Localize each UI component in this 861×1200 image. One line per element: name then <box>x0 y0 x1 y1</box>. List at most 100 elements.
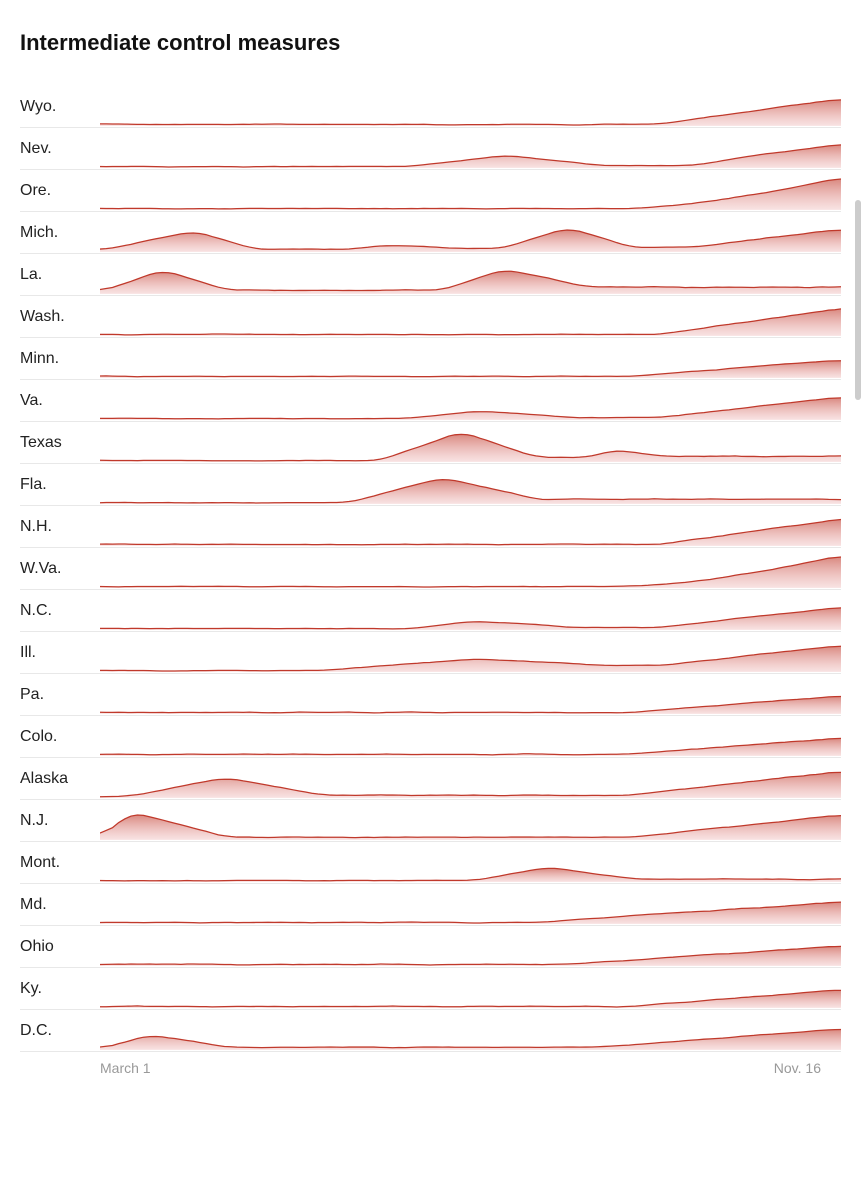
sparkline-container <box>100 758 841 800</box>
state-label: Wyo. <box>20 98 100 116</box>
sparkline-svg <box>100 926 841 968</box>
sparkline-svg <box>100 212 841 254</box>
sparkline-svg <box>100 422 841 464</box>
state-label: Md. <box>20 896 100 914</box>
state-label: Alaska <box>20 770 100 788</box>
sparkline-svg <box>100 842 841 884</box>
sparkline-svg <box>100 884 841 926</box>
sparkline-svg <box>100 380 841 422</box>
state-row: Ore. <box>20 170 841 212</box>
sparkline-svg <box>100 464 841 506</box>
sparkline-svg <box>100 170 841 212</box>
state-label: D.C. <box>20 1022 100 1040</box>
state-row: La. <box>20 254 841 296</box>
state-label: Ore. <box>20 182 100 200</box>
state-label: Colo. <box>20 728 100 746</box>
sparkline-container <box>100 212 841 254</box>
sparkline-container <box>100 380 841 422</box>
sparkline-svg <box>100 548 841 590</box>
sparkline-container <box>100 86 841 128</box>
sparkline-svg <box>100 338 841 380</box>
sparkline-container <box>100 254 841 296</box>
state-row: Ill. <box>20 632 841 674</box>
sparkline-svg <box>100 506 841 548</box>
sparkline-container <box>100 170 841 212</box>
state-row: N.J. <box>20 800 841 842</box>
state-label: Va. <box>20 392 100 410</box>
state-row: Alaska <box>20 758 841 800</box>
sparkline-container <box>100 506 841 548</box>
sparkline-svg <box>100 128 841 170</box>
sparkline-container <box>100 632 841 674</box>
sparkline-area <box>100 144 841 167</box>
sparkline-area <box>100 271 841 294</box>
sparkline-svg <box>100 86 841 128</box>
sparkline-svg <box>100 254 841 296</box>
state-row: Pa. <box>20 674 841 716</box>
state-row: Ky. <box>20 968 841 1010</box>
sparkline-svg <box>100 296 841 338</box>
sparkline-svg <box>100 674 841 716</box>
state-row: Nev. <box>20 128 841 170</box>
state-label: Pa. <box>20 686 100 704</box>
sparkline-container <box>100 590 841 632</box>
sparkline-container <box>100 800 841 842</box>
x-axis-end: Nov. 16 <box>774 1060 821 1076</box>
state-label: Nev. <box>20 140 100 158</box>
sparkline-svg <box>100 758 841 800</box>
sparkline-area <box>100 519 841 545</box>
sparkline-line <box>100 868 841 880</box>
state-row: N.H. <box>20 506 841 548</box>
state-label: Minn. <box>20 350 100 368</box>
sparkline-container <box>100 968 841 1010</box>
sparkline-area <box>100 99 841 125</box>
state-label: W.Va. <box>20 560 100 578</box>
state-label: N.C. <box>20 602 100 620</box>
state-label: N.J. <box>20 812 100 830</box>
state-label: Ky. <box>20 980 100 998</box>
sparkline-svg <box>100 1010 841 1052</box>
sparkline-area <box>100 397 841 419</box>
sparkline-area <box>100 308 841 335</box>
state-row: Mich. <box>20 212 841 254</box>
state-row: N.C. <box>20 590 841 632</box>
state-row: Colo. <box>20 716 841 758</box>
sparkline-area <box>100 738 841 756</box>
state-label: Texas <box>20 434 100 452</box>
scrollbar[interactable] <box>855 200 861 400</box>
sparkline-container <box>100 842 841 884</box>
sparkline-svg <box>100 590 841 632</box>
state-row: Wash. <box>20 296 841 338</box>
sparkline-container <box>100 464 841 506</box>
sparkline-area <box>100 946 841 966</box>
state-label: La. <box>20 266 100 284</box>
sparkline-area <box>100 479 841 503</box>
sparkline-container <box>100 338 841 380</box>
sparkline-container <box>100 674 841 716</box>
chart-title: Intermediate control measures <box>20 30 841 56</box>
sparkline-container <box>100 716 841 758</box>
state-row: Fla. <box>20 464 841 506</box>
state-label: Wash. <box>20 308 100 326</box>
state-label: Ill. <box>20 644 100 662</box>
state-row: Ohio <box>20 926 841 968</box>
sparkline-svg <box>100 968 841 1010</box>
chart-container: Intermediate control measures Wyo. Nev. Or… <box>0 0 861 1136</box>
sparkline-container <box>100 1010 841 1052</box>
sparkline-container <box>100 926 841 968</box>
sparkline-svg <box>100 716 841 758</box>
state-row: Texas <box>20 422 841 464</box>
state-label: Fla. <box>20 476 100 494</box>
state-row: Mont. <box>20 842 841 884</box>
sparkline-area <box>100 557 841 588</box>
state-row: Md. <box>20 884 841 926</box>
state-row: D.C. <box>20 1010 841 1052</box>
x-axis: March 1 Nov. 16 <box>20 1060 841 1076</box>
sparkline-container <box>100 548 841 590</box>
sparkline-svg <box>100 800 841 842</box>
state-row: Minn. <box>20 338 841 380</box>
sparkline-container <box>100 128 841 170</box>
sparkline-container <box>100 422 841 464</box>
sparkline-svg <box>100 632 841 674</box>
sparkline-area <box>100 434 841 462</box>
